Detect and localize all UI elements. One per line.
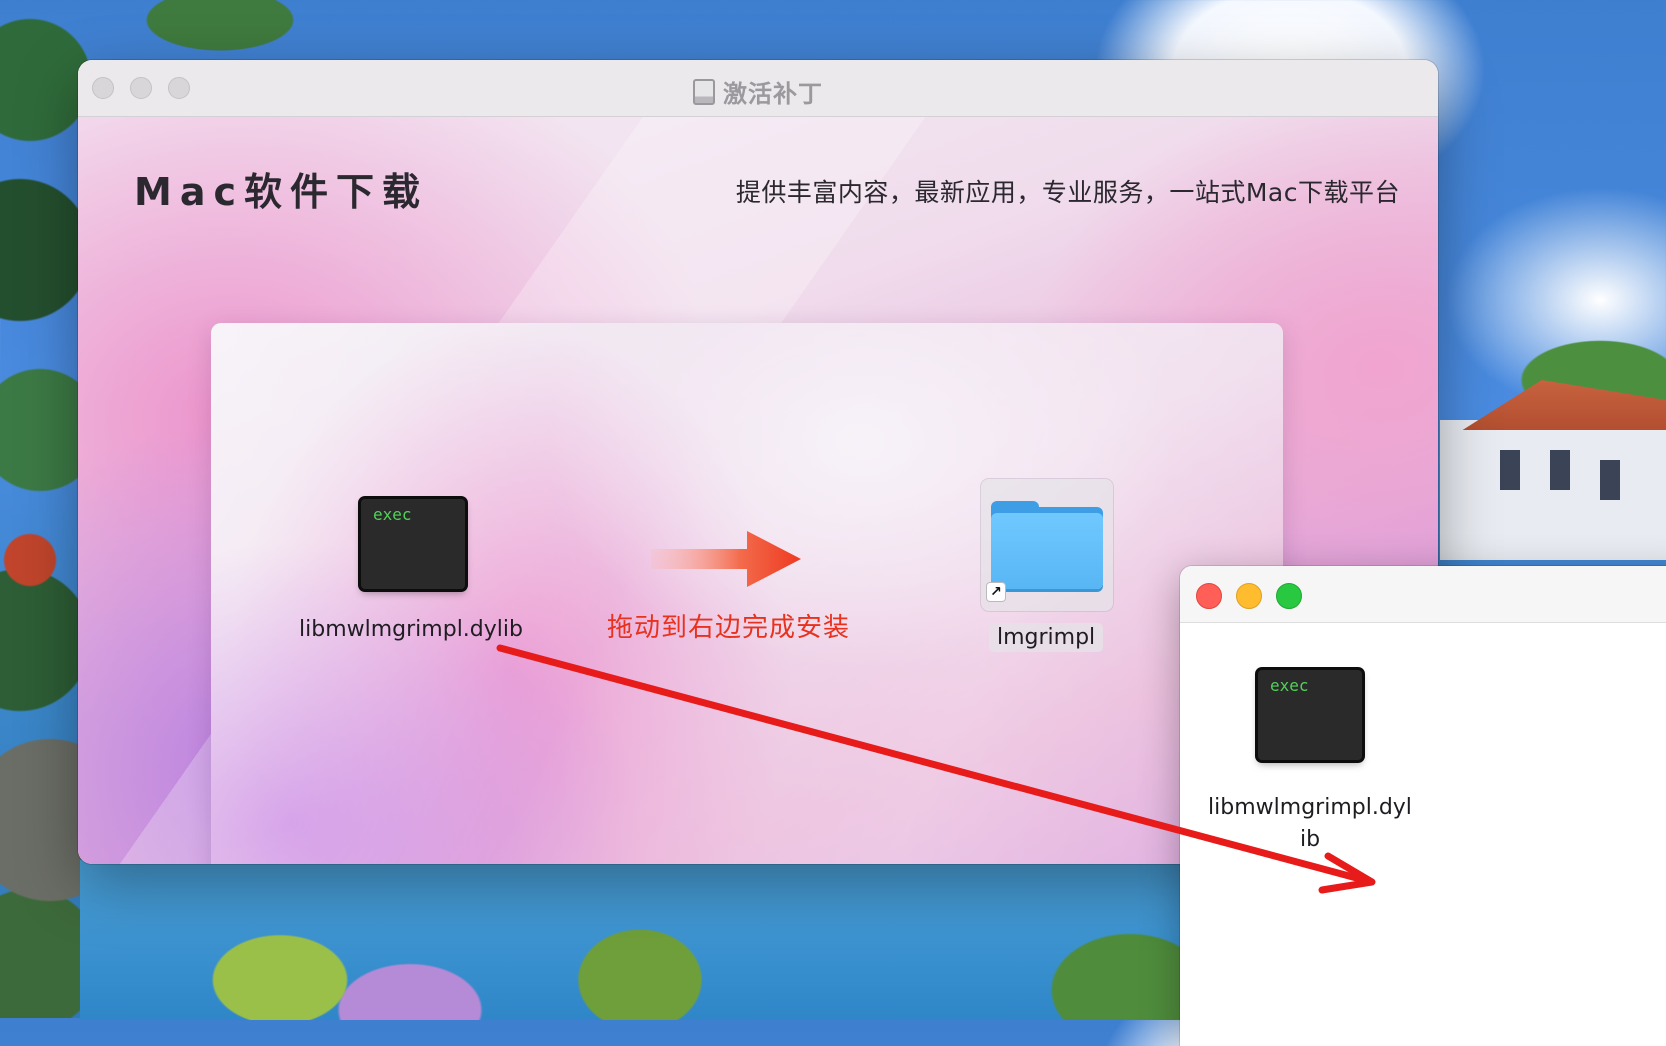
exec-icon-label: exec: [1270, 676, 1309, 695]
finder-file-name-line1: libmwlmgrimpl.dyl: [1208, 795, 1412, 820]
wallpaper-sea: [80, 860, 1180, 1020]
drag-arrow-icon: [651, 531, 801, 587]
brand-title: Mac软件下载: [134, 170, 428, 214]
install-hint: 拖动到右边完成安装: [607, 613, 851, 643]
installer-titlebar[interactable]: 激活补丁: [78, 60, 1438, 117]
wallpaper-house: [1440, 360, 1666, 560]
finder-titlebar[interactable]: [1180, 566, 1666, 623]
close-button[interactable]: [1196, 583, 1222, 609]
folder-alias-icon[interactable]: ↗: [981, 479, 1113, 611]
finder-file-name[interactable]: libmwlmgrimpl.dyl ib: [1190, 792, 1430, 856]
exec-icon-label: exec: [373, 505, 412, 524]
target-folder-name[interactable]: lmgrimpl: [989, 623, 1104, 652]
window-title: 激活补丁: [723, 80, 823, 108]
finder-window: exec libmwlmgrimpl.dyl ib: [1180, 566, 1666, 1046]
slogan-text: 提供丰富内容，最新应用，专业服务，一站式Mac下载平台: [735, 178, 1400, 207]
alias-arrow-icon: ↗: [987, 583, 1005, 601]
disk-image-icon: [693, 78, 715, 105]
finder-file-name-line2: ib: [1299, 827, 1321, 852]
terminal-exec-icon[interactable]: exec: [361, 499, 465, 589]
source-file-name[interactable]: libmwlmgrimpl.dylib: [271, 617, 551, 642]
minimize-button[interactable]: [1236, 583, 1262, 609]
install-panel: exec libmwlmgrimpl.dylib 拖动到右边完成安装 ↗ lmg…: [211, 323, 1283, 864]
terminal-exec-icon[interactable]: exec: [1258, 670, 1362, 760]
zoom-button[interactable]: [1276, 583, 1302, 609]
